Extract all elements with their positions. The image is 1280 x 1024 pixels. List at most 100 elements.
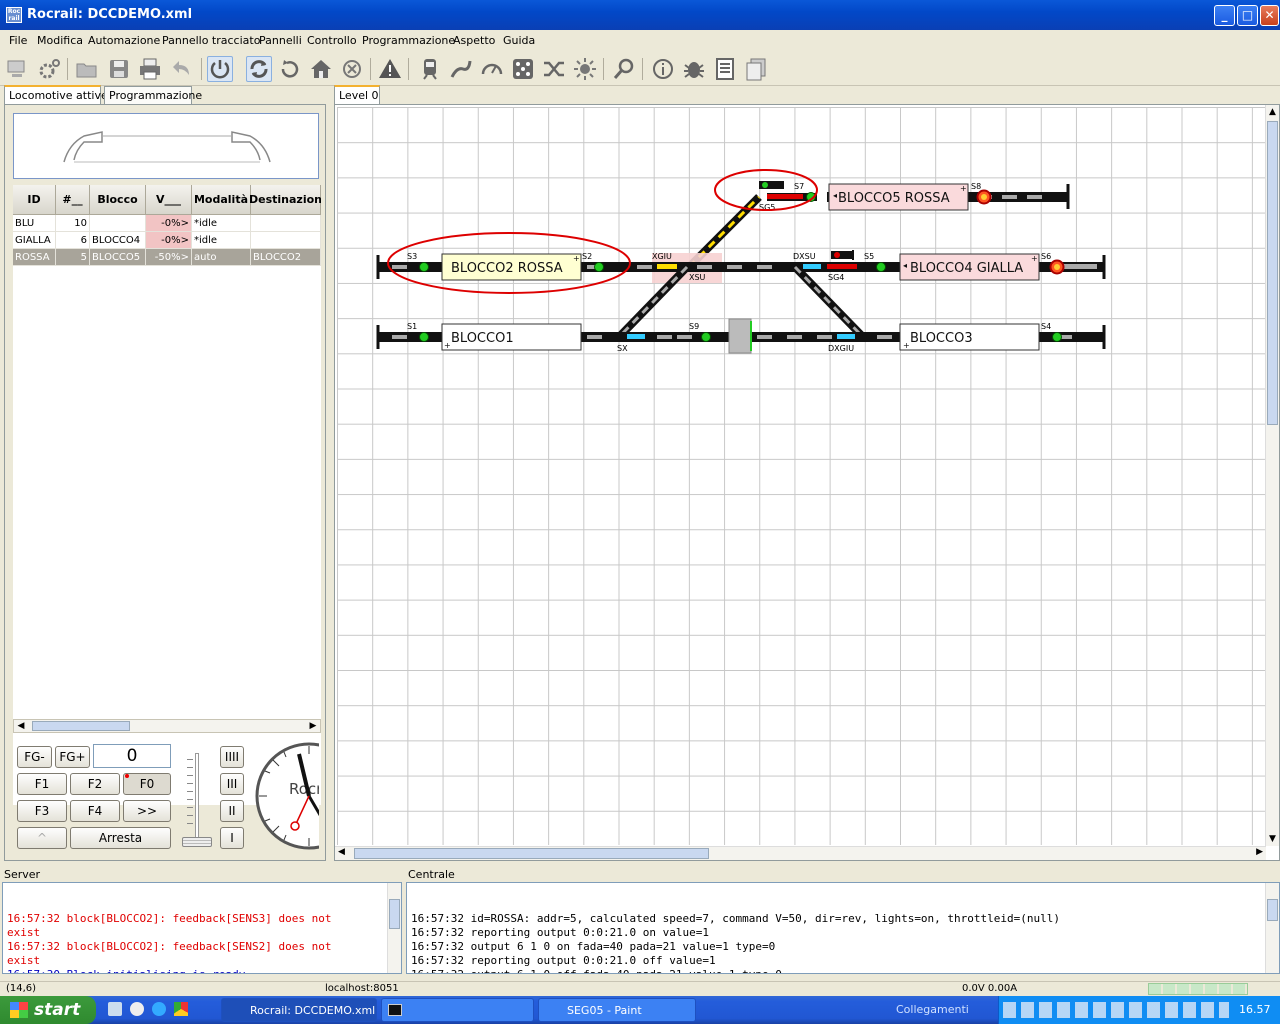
home-icon[interactable]	[308, 56, 334, 82]
minimize-button[interactable]: _	[1214, 5, 1235, 26]
slider-thumb[interactable]	[182, 837, 212, 847]
track-vscrollbar[interactable]: ▲ ▼	[1265, 105, 1279, 846]
warning-icon[interactable]	[377, 56, 403, 82]
table-row[interactable]: GIALLA 6 BLOCCO4 -0%> *idle	[13, 232, 321, 249]
col-speed[interactable]: V___	[146, 185, 192, 215]
scroll-thumb[interactable]	[32, 721, 130, 731]
bug-icon[interactable]	[681, 56, 707, 82]
tray-icons[interactable]	[1003, 1002, 1229, 1018]
step-3-button[interactable]: III	[220, 773, 244, 795]
col-destination[interactable]: Destinazion	[249, 185, 321, 215]
col-addr[interactable]: #__	[56, 185, 90, 215]
tab-programmazione[interactable]: Programmazione	[104, 86, 202, 105]
fg-plus-button[interactable]: FG+	[55, 746, 90, 768]
fg-minus-button[interactable]: FG-	[17, 746, 52, 768]
routes-icon[interactable]	[448, 56, 474, 82]
step-2-button[interactable]: II	[220, 800, 244, 822]
table-row-selected[interactable]: ROSSA 5 BLOCCO5 -50%> auto BLOCCO2	[13, 249, 321, 266]
log-line: exist	[7, 954, 41, 967]
col-id[interactable]: ID	[13, 185, 56, 215]
scroll-down-icon[interactable]: ▼	[1266, 834, 1279, 844]
centrale-log-scrollbar[interactable]	[1265, 883, 1279, 973]
loco-icon[interactable]	[417, 56, 443, 82]
chrome-icon[interactable]	[174, 1002, 188, 1016]
cell-id: ROSSA	[13, 249, 56, 266]
network-icon[interactable]	[510, 56, 536, 82]
info-icon[interactable]	[650, 56, 676, 82]
scroll-thumb[interactable]	[1267, 121, 1278, 425]
menu-file[interactable]: File	[9, 34, 27, 47]
speed-icon[interactable]	[479, 56, 505, 82]
status-progress	[1148, 983, 1248, 995]
media-icon[interactable]	[130, 1002, 144, 1016]
scroll-left-icon[interactable]: ◀	[338, 847, 345, 857]
shuffle-icon[interactable]	[541, 56, 567, 82]
pages-icon[interactable]	[743, 56, 769, 82]
window-title: Rocrail: DCCDEMO.xml	[27, 7, 193, 22]
speed-slider[interactable]	[181, 749, 213, 851]
f0-button[interactable]: F0	[123, 773, 171, 795]
more-functions-button[interactable]: >>	[123, 800, 171, 822]
list-icon[interactable]	[712, 56, 738, 82]
signal-s5-label: S5	[864, 252, 874, 261]
connect-icon[interactable]	[5, 56, 31, 82]
scroll-up-icon[interactable]: ▲	[1266, 107, 1279, 117]
stop-icon[interactable]	[339, 56, 365, 82]
open-icon[interactable]	[74, 56, 100, 82]
svg-text:+: +	[573, 254, 580, 263]
server-log[interactable]: 16:57:32 block[BLOCCO2]: feedback[SENS3]…	[2, 882, 402, 974]
scroll-left-icon[interactable]: ◀	[14, 720, 28, 732]
maximize-button[interactable]: □	[1237, 5, 1258, 26]
menu-guida[interactable]: Guida	[503, 34, 535, 47]
menu-controllo[interactable]: Controllo	[307, 34, 357, 47]
table-row[interactable]: BLU 10 -0%> *idle	[13, 215, 321, 232]
f3-button[interactable]: F3	[17, 800, 67, 822]
menu-modifica[interactable]: Modifica	[37, 34, 83, 47]
auto-icon[interactable]	[246, 56, 272, 82]
scroll-thumb[interactable]	[354, 848, 709, 859]
print-icon[interactable]	[137, 56, 163, 82]
scroll-right-icon[interactable]: ▶	[1256, 847, 1263, 857]
col-block[interactable]: Blocco	[90, 185, 146, 215]
settings-icon[interactable]	[36, 56, 62, 82]
step-4-button[interactable]: IIII	[220, 746, 244, 768]
title-bar[interactable]: Roc rail Rocrail: DCCDEMO.xml _ □ ✕	[0, 0, 1280, 30]
cell-speed: -0%>	[146, 215, 192, 232]
track-grid[interactable]: BLOCCO5 ROSSA ◂ + S7 S8 SG5 BLOCCO2 ROSS…	[337, 107, 1265, 845]
centrale-log[interactable]: 16:57:32 id=ROSSA: addr=5, calculated sp…	[406, 882, 1280, 974]
task-cmd[interactable]	[381, 998, 534, 1022]
tab-level-0[interactable]: Level 0	[334, 85, 380, 105]
tab-locomotive-attive[interactable]: Locomotive attive	[4, 85, 108, 105]
start-button[interactable]: start	[0, 996, 96, 1024]
switch-dxgiu-label: DXGIU	[828, 344, 854, 353]
ie-icon[interactable]	[152, 1002, 166, 1016]
table-hscrollbar[interactable]: ◀ ▶	[13, 719, 321, 733]
col-mode[interactable]: Modalità	[192, 185, 251, 215]
stop-button[interactable]: Arresta	[70, 827, 171, 849]
f1-button[interactable]: F1	[17, 773, 67, 795]
menu-automazione[interactable]: Automazione	[88, 34, 160, 47]
menu-programmazione[interactable]: Programmazione	[362, 34, 455, 47]
menu-pannello-tracciato[interactable]: Pannello tracciato	[162, 34, 260, 47]
direction-button[interactable]: ^	[17, 827, 67, 849]
track-hscrollbar[interactable]: ◀ ▶	[335, 846, 1266, 860]
block-2-label: BLOCCO2 ROSSA	[451, 261, 563, 276]
server-log-scrollbar[interactable]	[387, 883, 401, 973]
step-1-button[interactable]: I	[220, 827, 244, 849]
f2-button[interactable]: F2	[70, 773, 120, 795]
scroll-right-icon[interactable]: ▶	[306, 720, 320, 732]
undo-icon[interactable]	[168, 56, 194, 82]
light-icon[interactable]	[572, 56, 598, 82]
search-icon[interactable]	[611, 56, 637, 82]
task-rocrail[interactable]: Rocrail: DCCDEMO.xml	[221, 998, 377, 1022]
menu-pannelli[interactable]: Pannelli	[259, 34, 302, 47]
links-toolbar[interactable]: Collegamenti	[896, 1003, 969, 1016]
task-paint[interactable]: SEG05 - Paint	[538, 998, 696, 1022]
save-icon[interactable]	[106, 56, 132, 82]
desktop-icon[interactable]	[108, 1002, 122, 1016]
f4-button[interactable]: F4	[70, 800, 120, 822]
power-icon[interactable]	[207, 56, 233, 82]
menu-aspetto[interactable]: Aspetto	[453, 34, 495, 47]
close-button[interactable]: ✕	[1260, 5, 1279, 26]
reset-icon[interactable]	[277, 56, 303, 82]
